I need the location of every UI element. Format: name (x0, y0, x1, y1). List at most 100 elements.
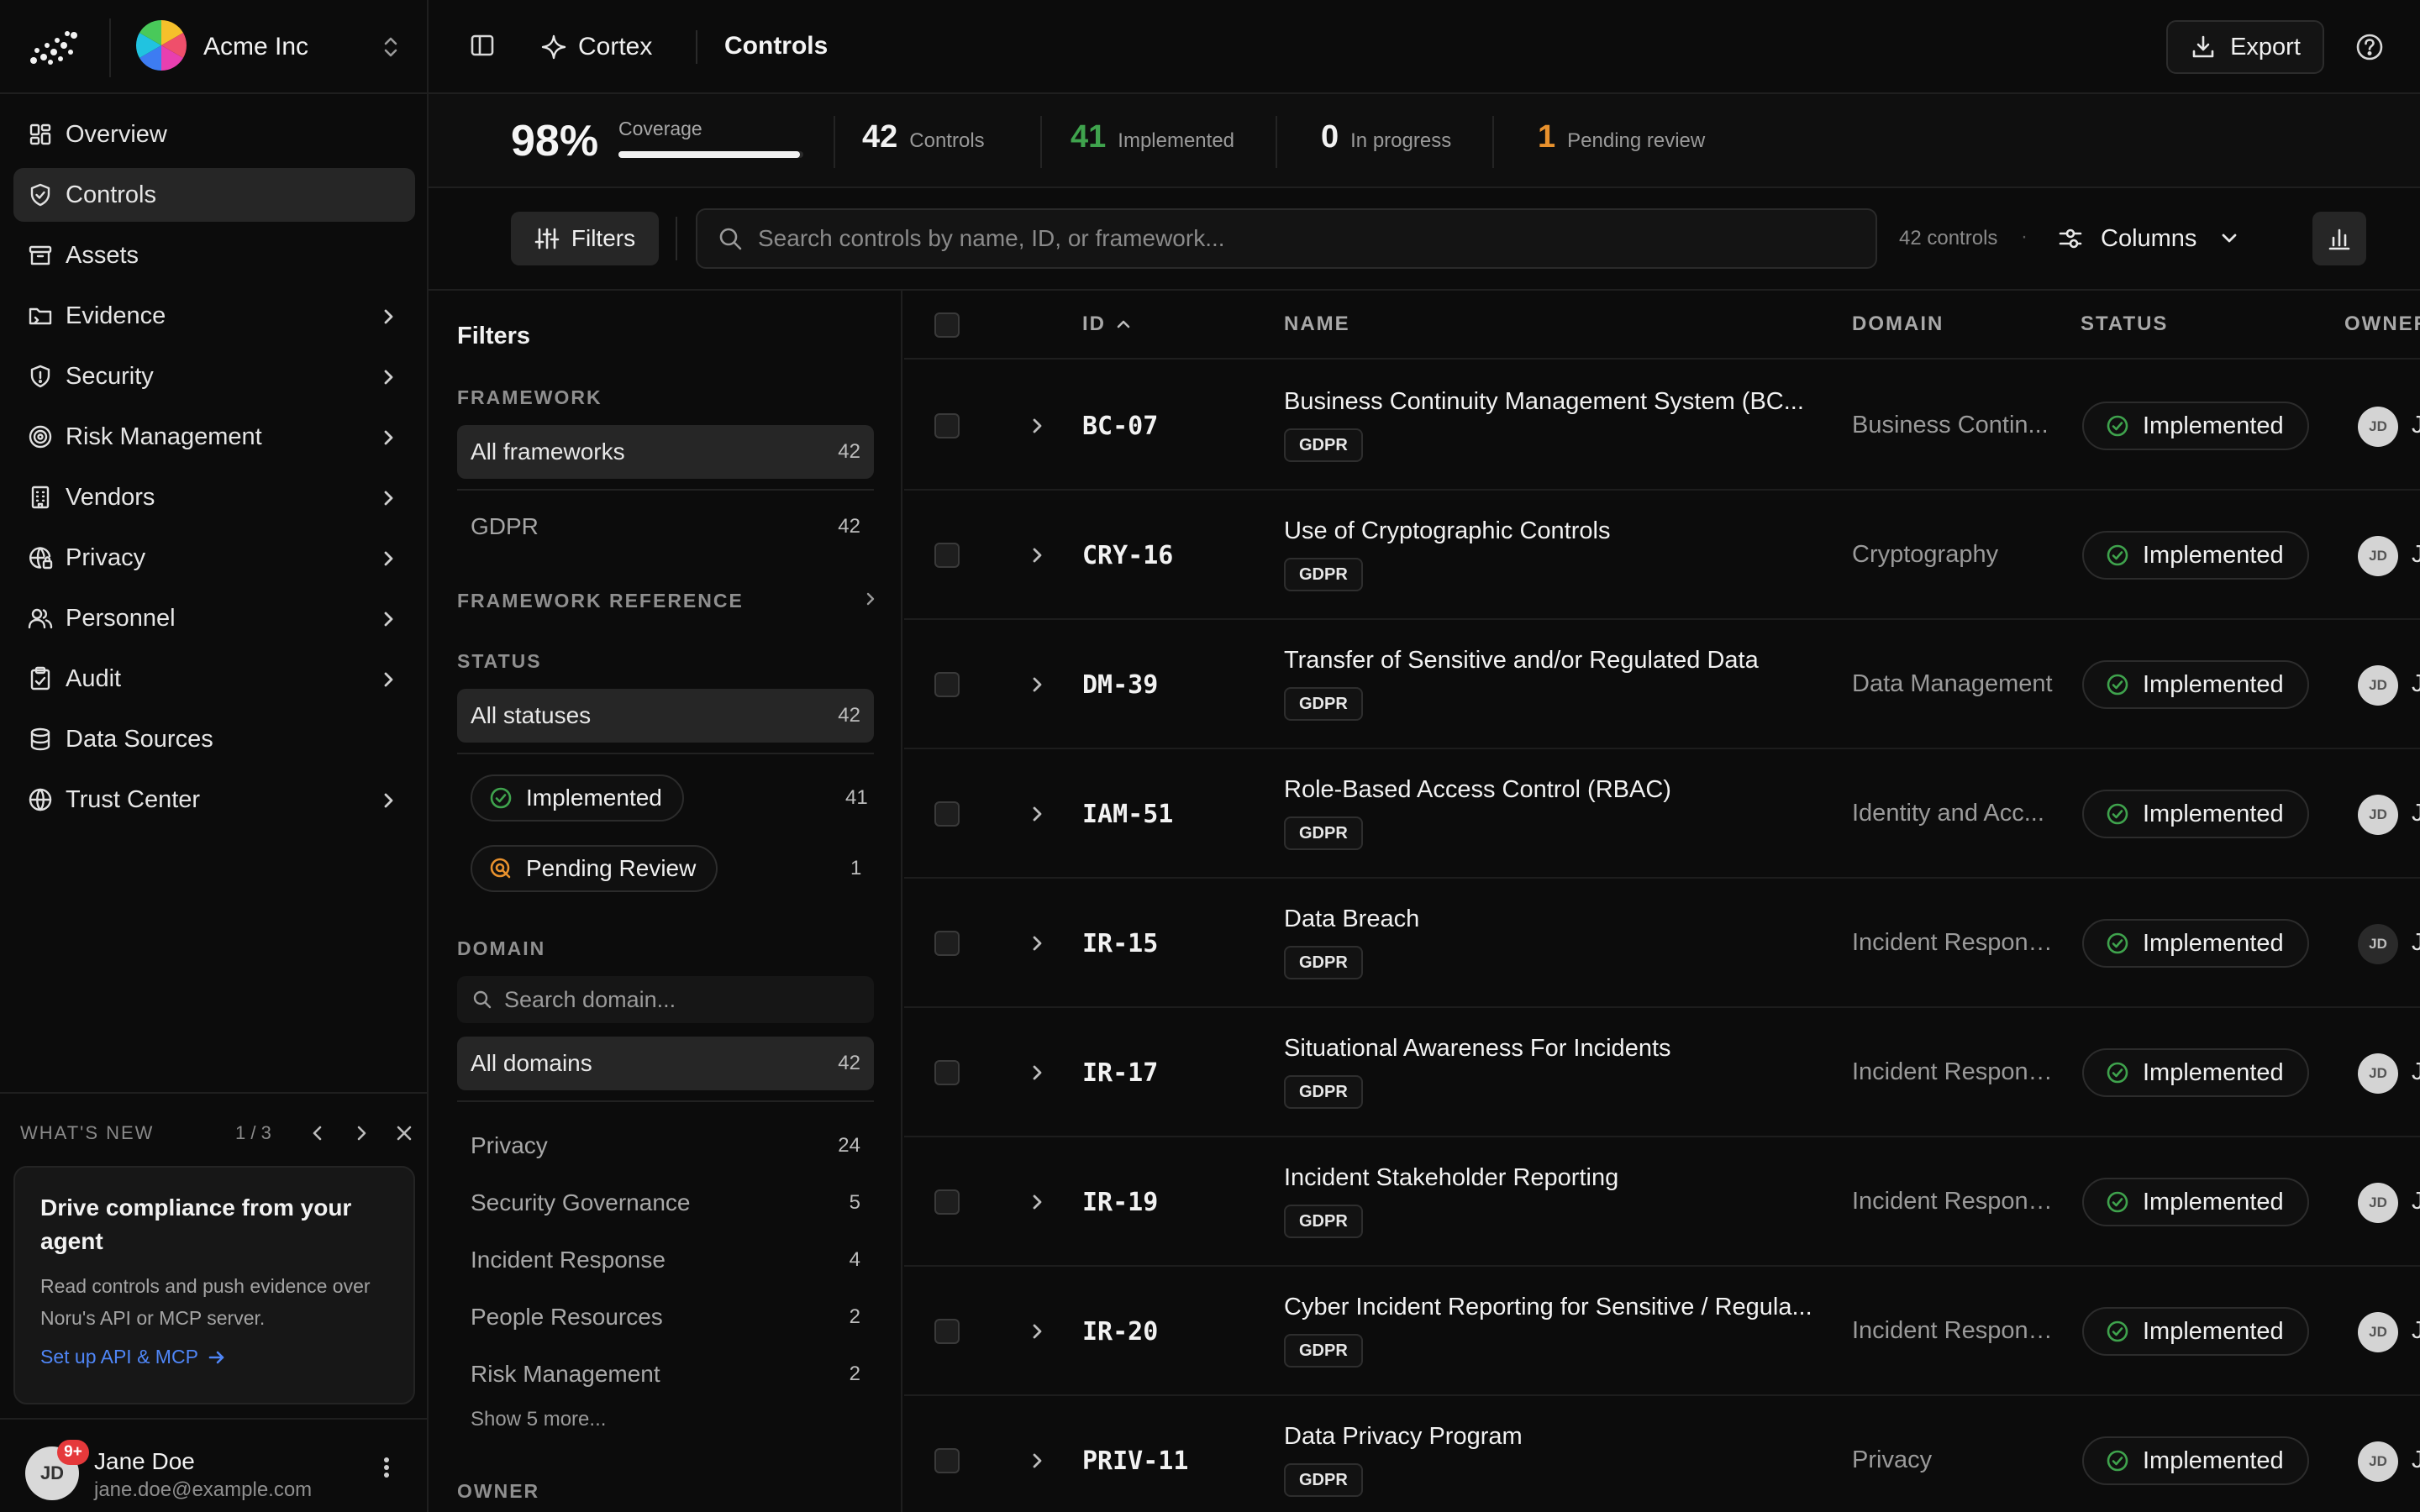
row-checkbox[interactable] (934, 413, 960, 438)
row-checkbox[interactable] (934, 931, 960, 956)
status-badge[interactable]: Implemented (2082, 660, 2309, 709)
table-row[interactable]: DM-39 Transfer of Sensitive and/or Regula… (904, 620, 2420, 749)
chevron-right-icon[interactable] (1027, 674, 1047, 700)
filter-domain-item[interactable]: Privacy 24 (471, 1124, 874, 1168)
chevron-right-icon[interactable] (1027, 1062, 1047, 1088)
sidebar-item-security[interactable]: Security (13, 349, 415, 403)
show-more-link[interactable]: Show 5 more... (471, 1408, 606, 1431)
chevron-right-icon[interactable] (1027, 1191, 1047, 1217)
status-badge[interactable]: Implemented (2082, 790, 2309, 838)
domain-search-field[interactable] (457, 976, 874, 1023)
control-name[interactable]: Incident Stakeholder Reporting (1284, 1164, 1618, 1192)
filter-domain-item[interactable]: Security Governance 5 (471, 1181, 874, 1225)
columns-button-label[interactable]: Columns (2101, 225, 2196, 253)
close-icon[interactable] (393, 1121, 415, 1150)
table-row[interactable]: IR-20 Cyber Incident Reporting for Sensit… (904, 1267, 2420, 1396)
sidebar-item-trust-center[interactable]: Trust Center (13, 773, 415, 827)
control-name[interactable]: Data Privacy Program (1284, 1423, 1523, 1451)
sidebar-item-overview[interactable]: Overview (13, 108, 415, 161)
chevron-left-icon[interactable] (308, 1121, 328, 1150)
sidebar-item-evidence[interactable]: Evidence (13, 289, 415, 343)
control-name[interactable]: Use of Cryptographic Controls (1284, 517, 1610, 545)
export-button-label[interactable]: Export (2230, 34, 2301, 61)
column-header-owner[interactable]: OWNER (2344, 312, 2420, 336)
control-name[interactable]: Situational Awareness For Incidents (1284, 1035, 1671, 1063)
control-name[interactable]: Role-Based Access Control (RBAC) (1284, 776, 1671, 804)
table-row[interactable]: PRIV-11 Data Privacy Program GDPR Privacy Im… (904, 1396, 2420, 1512)
status-badge[interactable]: Implemented (2082, 1307, 2309, 1356)
filter-domain-item[interactable]: Incident Response 4 (471, 1238, 874, 1282)
filter-domain-item[interactable]: People Resources 2 (471, 1295, 874, 1339)
status-badge[interactable]: Implemented (2082, 1048, 2309, 1097)
status-badge[interactable]: Implemented (2082, 919, 2309, 968)
chevron-right-icon[interactable] (862, 588, 879, 614)
sidebar-item-data-sources[interactable]: Data Sources (13, 712, 415, 766)
column-header-domain[interactable]: DOMAIN (1852, 312, 1944, 336)
org-switcher[interactable]: Acme Inc (134, 18, 412, 76)
table-row[interactable]: IR-15 Data Breach GDPR Incident Response Imp… (904, 879, 2420, 1008)
status-badge[interactable]: Implemented (2082, 402, 2309, 450)
table-row[interactable]: IAM-51 Role-Based Access Control (RBAC) GD… (904, 749, 2420, 879)
filter-all-frameworks[interactable]: All frameworks 42 (457, 425, 874, 479)
export-button[interactable]: Export (2166, 20, 2324, 74)
sidebar-toggle-icon[interactable] (469, 32, 496, 63)
breadcrumb-app[interactable]: Cortex (539, 29, 652, 66)
table-row[interactable]: IR-17 Situational Awareness For Incidents… (904, 1008, 2420, 1137)
status-badge[interactable]: Implemented (2082, 1178, 2309, 1226)
row-checkbox[interactable] (934, 543, 960, 568)
filter-all-domains[interactable]: All domains 42 (457, 1037, 874, 1090)
row-checkbox[interactable] (934, 672, 960, 697)
chevron-right-icon[interactable] (1027, 803, 1047, 829)
row-checkbox[interactable] (934, 1060, 960, 1085)
chevron-right-icon[interactable] (1027, 1450, 1047, 1476)
sidebar-item-assets[interactable]: Assets (13, 228, 415, 282)
filter-status-implemented[interactable]: Implemented (471, 774, 684, 822)
chevron-right-icon[interactable] (1027, 1320, 1047, 1347)
more-vertical-icon[interactable] (376, 1455, 397, 1484)
filter-domain-item[interactable]: Risk Management 2 (471, 1352, 874, 1396)
setup-api-link-label[interactable]: Set up API & MCP (40, 1346, 198, 1368)
row-checkbox[interactable] (934, 1189, 960, 1215)
chevron-right-icon[interactable] (1027, 544, 1047, 570)
row-checkbox[interactable] (934, 1319, 960, 1344)
column-header-label[interactable]: ID (1082, 312, 1106, 336)
setup-api-link[interactable]: Set up API & MCP (40, 1346, 388, 1368)
chevron-right-icon[interactable] (351, 1121, 371, 1150)
column-header-name[interactable]: NAME (1284, 312, 1350, 336)
column-header-status[interactable]: STATUS (2081, 312, 2168, 336)
chevron-right-icon[interactable] (1027, 415, 1047, 441)
table-row[interactable]: IR-19 Incident Stakeholder Reporting GDPR I… (904, 1137, 2420, 1267)
row-checkbox[interactable] (934, 1448, 960, 1473)
sidebar-item-privacy[interactable]: Privacy (13, 531, 415, 585)
select-all-checkbox[interactable] (934, 312, 960, 338)
filter-framework-gdpr[interactable]: GDPR 42 (457, 500, 874, 554)
chevron-right-icon[interactable] (1027, 932, 1047, 958)
sidebar-item-vendors[interactable]: Vendors (13, 470, 415, 524)
filters-button-label[interactable]: Filters (571, 225, 635, 252)
control-name[interactable]: Data Breach (1284, 906, 1419, 933)
search-input[interactable] (758, 225, 1850, 252)
control-name[interactable]: Transfer of Sensitive and/or Regulated D… (1284, 647, 1759, 675)
breadcrumb-app-label[interactable]: Cortex (578, 33, 652, 61)
column-header-id[interactable]: ID (1082, 312, 1133, 336)
sidebar-item-controls[interactable]: Controls (13, 168, 415, 222)
user-profile[interactable]: JD 9+ Jane Doe jane.doe@example.com (0, 1418, 427, 1512)
control-name[interactable]: Business Continuity Management System (B… (1284, 388, 1804, 416)
sidebar-item-audit[interactable]: Audit (13, 652, 415, 706)
columns-button[interactable]: Columns (2057, 212, 2240, 265)
filter-status-pending-review[interactable]: Pending Review (471, 845, 718, 892)
sidebar-item-risk-management[interactable]: Risk Management (13, 410, 415, 464)
chart-toggle-button[interactable] (2312, 212, 2366, 265)
status-badge[interactable]: Implemented (2082, 531, 2309, 580)
control-name[interactable]: Cyber Incident Reporting for Sensitive /… (1284, 1294, 1812, 1321)
status-badge[interactable]: Implemented (2082, 1436, 2309, 1485)
row-checkbox[interactable] (934, 801, 960, 827)
brand-logo-icon[interactable] (29, 29, 79, 70)
table-row[interactable]: CRY-16 Use of Cryptographic Controls GDPR C… (904, 491, 2420, 620)
filters-button[interactable]: Filters (511, 212, 659, 265)
filter-all-statuses[interactable]: All statuses 42 (457, 689, 874, 743)
search-field[interactable] (696, 208, 1877, 269)
table-row[interactable]: BC-07 Business Continuity Management Syst… (904, 361, 2420, 491)
sidebar-item-personnel[interactable]: Personnel (13, 591, 415, 645)
section-heading-framework-reference[interactable]: FRAMEWORK REFERENCE (457, 590, 744, 612)
